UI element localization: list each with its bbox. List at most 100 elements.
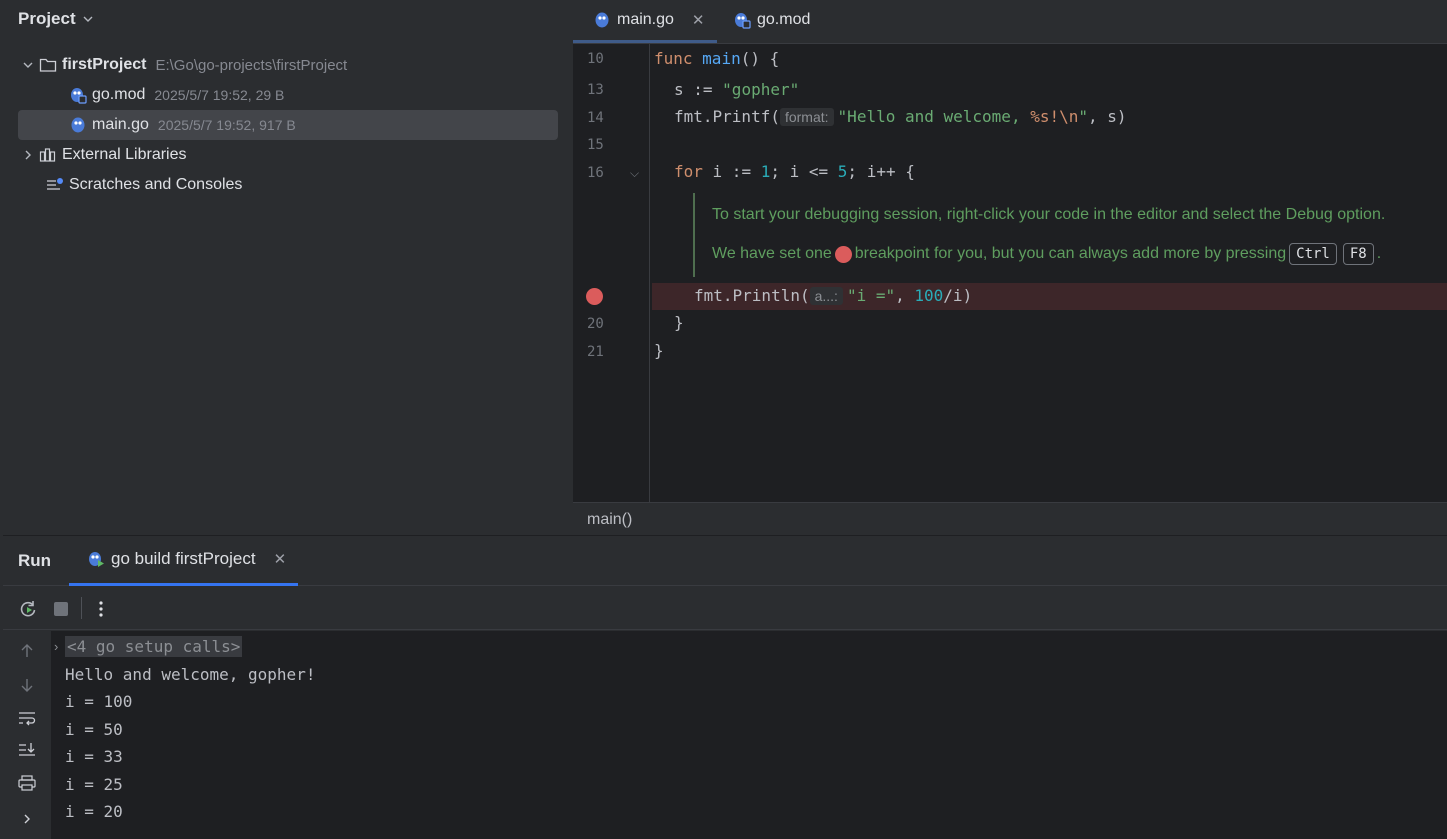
editor: main.go ✕ go.mod 10 13 14 15 16 20 21 ⌵ … [573,0,1447,534]
soft-wrap-icon[interactable] [17,708,37,728]
breakpoint-icon [834,245,852,263]
code-line-10[interactable]: func main() { [654,49,779,68]
console-line: i = 50 [65,720,123,739]
string-literal: "i =" [846,286,896,305]
tree-item-firstProject[interactable]: firstProject E:\Go\go-projects\firstProj… [18,50,347,80]
arrow-down-icon[interactable] [17,675,37,695]
code-text: , s) [1088,107,1127,126]
line-number: 13 [587,82,604,98]
tree-item-scratches[interactable]: Scratches and Consoles [18,170,242,200]
breadcrumb[interactable]: main() [587,511,632,529]
tab-go-build[interactable]: go build firstProject ✕ [87,549,286,569]
project-title: Project [18,9,76,28]
keyword: func [654,49,693,68]
scratches-label: Scratches and Consoles [69,176,243,193]
close-icon[interactable]: ✕ [274,550,287,568]
tip-text: We have set one [712,245,832,262]
setup-calls-fold[interactable]: <4 go setup calls> [65,636,243,657]
parameter-hint: a...: [809,287,843,305]
breakpoint-icon[interactable] [586,288,603,305]
console-output[interactable]: › <4 go setup calls> Hello and welcome, … [51,631,1447,839]
breadcrumb-bar: main() [573,502,1447,534]
function-call: Printf( [712,107,780,126]
chevron-down-icon[interactable] [18,59,38,71]
line-number: 16 [587,165,604,181]
package-name: fmt. [674,107,713,126]
kbd-f8: F8 [1342,243,1374,265]
number-literal: 5 [837,162,848,181]
code-line-13[interactable]: s := "gopher" [674,80,799,99]
tab-main-go[interactable]: main.go ✕ [593,0,705,40]
console-line: i = 25 [65,775,123,794]
kbd-ctrl: Ctrl [1289,243,1337,265]
library-icon [38,145,58,165]
arrow-up-icon[interactable] [17,641,37,661]
console-line: i = 33 [65,747,123,766]
code-line-20[interactable]: } [674,313,684,332]
run-panel: Run go build firstProject ✕ › <4 go setu… [3,535,1447,839]
run-title: Run [18,551,52,570]
line-number: 15 [587,137,604,153]
console-line: i = 20 [65,802,123,821]
rerun-icon[interactable] [18,599,38,619]
line-number: 10 [587,51,604,67]
debug-tip-line-2: We have set one breakpoint for you, but … [712,243,1381,265]
tip-text: . [1376,245,1382,262]
code-text: ; i++ { [847,162,915,181]
run-toolbar [3,587,1447,630]
stop-icon[interactable] [51,599,71,619]
code-line-19[interactable]: fmt.Println(a...: "i =", 100/i) [694,286,972,305]
close-icon[interactable]: ✕ [692,11,705,29]
fold-icon[interactable]: ⌵ [630,166,639,181]
code-line-14[interactable]: fmt.Printf(format: "Hello and welcome, %s… [674,107,1127,126]
number-literal: 1 [760,162,771,181]
chevron-right-icon[interactable] [17,809,37,829]
scroll-to-end-icon[interactable] [17,740,37,760]
code-text: s := [674,80,723,99]
code-line-16[interactable]: for i := 1; i <= 5; i++ { [674,162,915,181]
format-specifier: %s!\n [1030,107,1079,126]
function-call: Println( [732,286,810,305]
line-number: 14 [587,110,604,126]
code-text: i := [702,162,761,181]
console-line[interactable]: <4 go setup calls> [65,636,243,657]
chevron-right-icon[interactable]: › [54,639,58,654]
chevron-down-icon [83,16,93,22]
editor-gutter[interactable] [573,44,650,502]
code-text: ; i <= [770,162,838,181]
tree-item-main-go[interactable]: main.go 2025/5/7 19:52, 917 B [18,110,558,140]
gopher-run-icon [89,552,104,567]
file-name-go-mod: go.mod [92,86,146,103]
line-number: 20 [587,316,604,332]
gopher-file-icon [68,115,88,135]
toolbar-separator [81,597,82,619]
more-options-icon[interactable] [91,599,111,619]
gopher-file-icon [735,13,751,29]
active-tab-indicator [69,583,298,586]
active-tab-indicator [573,40,717,43]
run-tabbar: Run go build firstProject ✕ [3,536,1447,586]
project-root-name: firstProject [62,56,147,73]
console-line: i = 100 [65,692,133,711]
file-meta-main-go: 2025/5/7 19:52, 917 B [157,117,296,133]
package-name: fmt. [694,286,733,305]
tab-go-mod[interactable]: go.mod [733,0,810,40]
gopher-file-icon [68,85,88,105]
tip-bar [693,193,695,277]
code-line-21[interactable]: } [654,341,664,360]
external-libraries-label: External Libraries [62,146,187,163]
tab-label: main.go [617,11,674,28]
folder-icon [38,55,58,75]
print-icon[interactable] [17,773,37,793]
tree-item-go-mod[interactable]: go.mod 2025/5/7 19:52, 29 B [68,80,284,110]
file-meta-go-mod: 2025/5/7 19:52, 29 B [154,87,285,103]
project-header[interactable]: Project [18,8,94,30]
chevron-right-icon[interactable] [18,149,38,161]
file-name-main-go: main.go [92,116,149,133]
code-text: /i) [943,286,973,305]
line-number: 21 [587,344,604,360]
scratches-icon [45,175,65,195]
editor-tabbar: main.go ✕ go.mod [573,0,1447,44]
tree-item-external-libraries[interactable]: External Libraries [18,140,187,170]
number-literal: 100 [914,286,944,305]
